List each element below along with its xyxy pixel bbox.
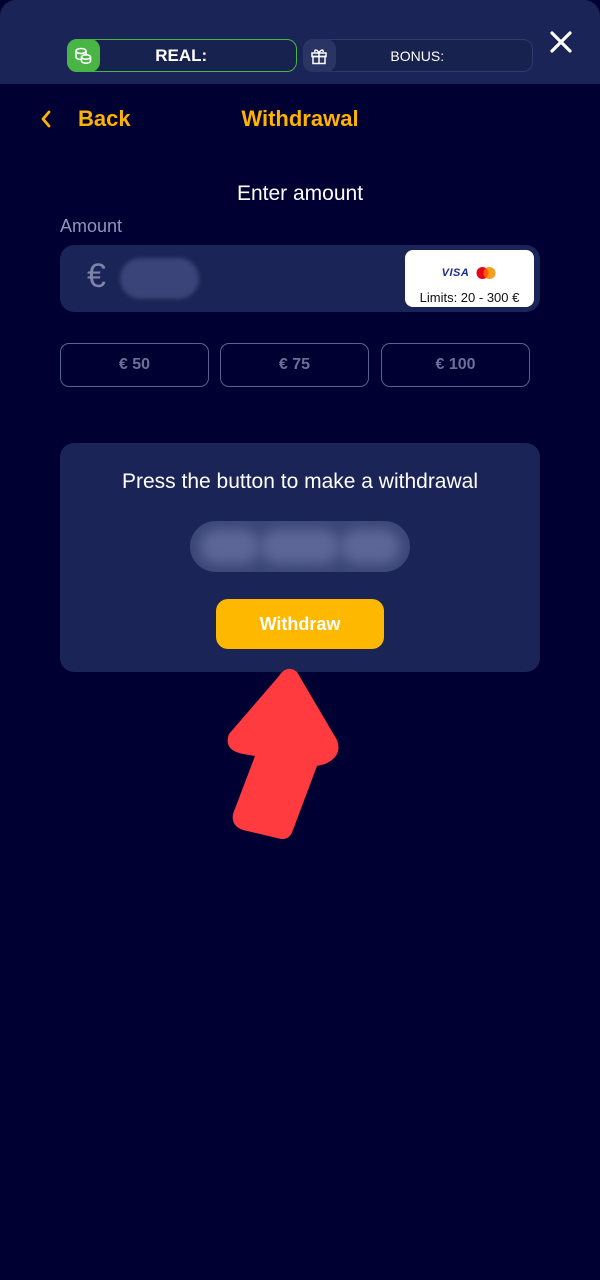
close-icon xyxy=(550,31,572,53)
quick-amount-50[interactable]: € 50 xyxy=(60,343,209,387)
withdrawal-screen: REAL: BONUS: Back Withdrawal Enter amoun… xyxy=(0,0,600,1280)
coins-icon xyxy=(66,39,100,72)
redacted-value xyxy=(190,521,410,572)
withdraw-panel: Press the button to make a withdrawal Wi… xyxy=(60,443,540,672)
balance-bar: REAL: BONUS: xyxy=(0,0,600,84)
bonus-balance[interactable]: BONUS: xyxy=(302,39,533,72)
amount-label: Amount xyxy=(60,216,123,236)
visa-logo: VISA xyxy=(441,267,470,279)
close-button[interactable] xyxy=(547,28,575,56)
mastercard-icon xyxy=(476,267,496,279)
card-logos: VISA xyxy=(405,265,534,281)
pointer-arrow-icon xyxy=(227,668,339,839)
enter-amount-heading: Enter amount xyxy=(236,182,364,205)
quick-amount-100[interactable]: € 100 xyxy=(381,343,530,387)
payment-method-card[interactable]: VISA Limits: 20 - 300 € xyxy=(405,250,534,307)
limits-text: Limits: 20 - 300 € xyxy=(419,290,520,305)
gift-icon xyxy=(302,39,336,72)
currency-symbol: € xyxy=(87,257,106,295)
amount-input[interactable]: € VISA Limits: 20 - 300 € xyxy=(60,245,540,312)
quick-amount-75[interactable]: € 75 xyxy=(220,343,369,387)
withdraw-button[interactable]: Withdraw xyxy=(216,599,384,649)
bonus-balance-label: BONUS: xyxy=(390,47,445,64)
amount-value-redacted xyxy=(120,258,199,299)
withdraw-instruction: Press the button to make a withdrawal xyxy=(121,470,478,493)
real-balance[interactable]: REAL: xyxy=(66,39,297,72)
page-title: Withdrawal xyxy=(241,106,359,131)
real-balance-label: REAL: xyxy=(155,45,208,65)
